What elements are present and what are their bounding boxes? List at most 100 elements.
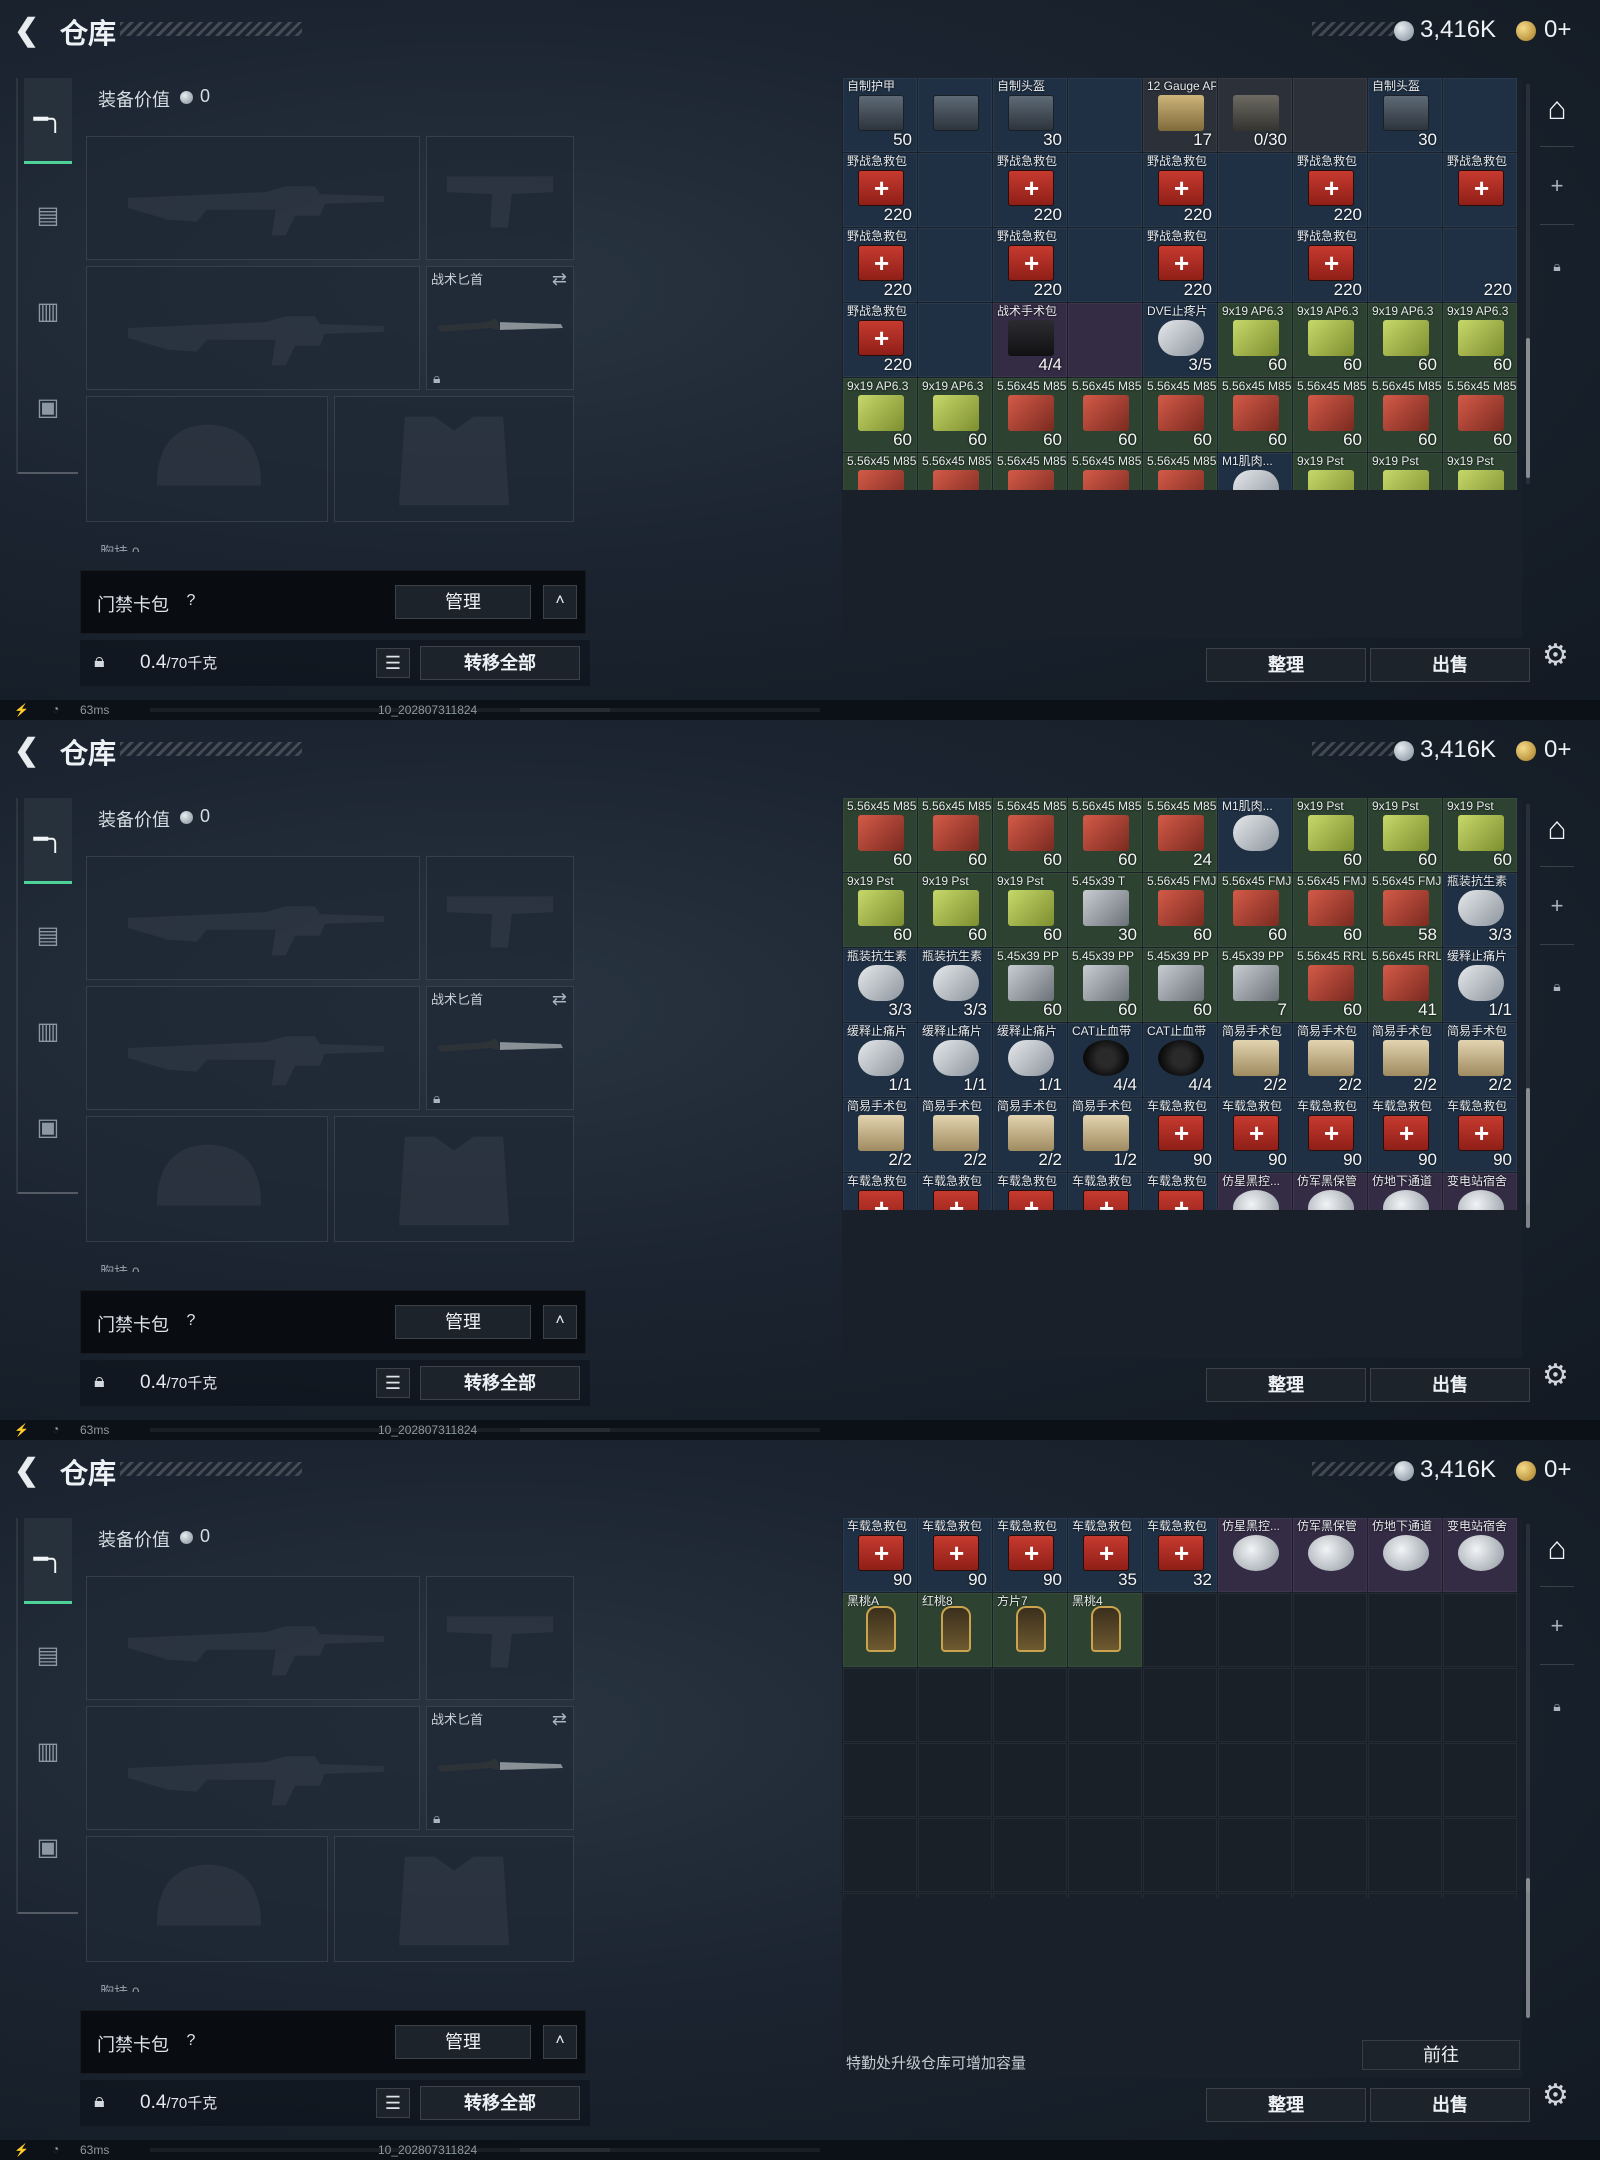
stash-cell[interactable] — [1293, 1743, 1367, 1817]
stash-item[interactable]: 5.45x39 PP 60 — [1143, 948, 1217, 1022]
warehouse-icon[interactable]: ⌂ — [1536, 78, 1578, 138]
stash-cell[interactable] — [918, 1743, 992, 1817]
stash-cell[interactable] — [1068, 228, 1142, 302]
back-arrow-icon[interactable]: ❮ — [14, 1454, 44, 1488]
secondary-weapon-slot[interactable] — [86, 266, 420, 390]
stash-item[interactable]: 9x19 Pst 60 — [918, 873, 992, 947]
stash-cell[interactable] — [1068, 78, 1142, 152]
pistol-slot[interactable] — [426, 1576, 574, 1700]
transfer-all-button[interactable]: 转移全部 — [420, 2086, 580, 2120]
lock-icon[interactable]: 🔒︎ — [1536, 966, 1578, 1006]
stash-cell[interactable] — [1143, 1818, 1217, 1892]
stash-item[interactable]: 缓释止痛片 1/1 — [1443, 948, 1517, 1022]
case-tab[interactable]: ▣ — [24, 1084, 72, 1170]
list-icon[interactable]: ☰ — [376, 2088, 410, 2118]
stash-item[interactable]: 9x19 Pst 60 — [1368, 798, 1442, 872]
organize-button[interactable]: 整理 — [1206, 648, 1366, 682]
stash-item[interactable]: 5.56x45 RRLP 60 — [1293, 948, 1367, 1022]
stash-item[interactable]: 5.56x45 M85560 — [1443, 378, 1517, 452]
stash-item[interactable]: 战术手术包 4/4 — [993, 303, 1067, 377]
stash-item[interactable]: 野战急救包 220 — [1293, 153, 1367, 227]
stash-item[interactable]: 车载急救包90 — [993, 1173, 1067, 1210]
knife-slot[interactable]: 战术匕首 ⇄ 🔒︎ — [426, 986, 574, 1110]
stash-cell[interactable] — [1218, 1818, 1292, 1892]
stash-item[interactable]: 5.56x45 M85560 — [1218, 378, 1292, 452]
stash-item[interactable]: M1肌肉... — [1218, 453, 1292, 490]
stash-cell[interactable] — [1218, 228, 1292, 302]
stash-cell[interactable] — [1218, 153, 1292, 227]
stash-item[interactable]: 变电站宿舍 — [1443, 1173, 1517, 1210]
stash-scroll-thumb[interactable] — [1526, 1878, 1530, 2018]
stash-item[interactable]: 5.56x45 M85560 — [993, 378, 1067, 452]
backpack-tab[interactable]: ▥ — [24, 988, 72, 1074]
stash-cell[interactable] — [843, 1668, 917, 1742]
stash-cell[interactable] — [918, 153, 992, 227]
stash-item[interactable]: 9x19 AP6.3 60 — [1368, 303, 1442, 377]
stash-cell[interactable] — [1368, 1818, 1442, 1892]
stash-cell[interactable]: 220 — [1443, 228, 1517, 302]
stash-item[interactable]: 5.56x45 M85560 — [993, 453, 1067, 490]
stash-item[interactable]: 5.56x45 M85560 — [843, 453, 917, 490]
stash-cell[interactable] — [1368, 153, 1442, 227]
plus-icon[interactable]: + — [1536, 886, 1578, 926]
back-arrow-icon[interactable]: ❮ — [14, 734, 44, 768]
stash-cell[interactable] — [993, 1818, 1067, 1892]
stash-item[interactable]: 仿地下通道 — [1368, 1173, 1442, 1210]
stash-item[interactable]: 简易手术包 2/2 — [1368, 1023, 1442, 1097]
stash-item[interactable]: 野战急救包 220 — [843, 303, 917, 377]
stash-cell[interactable] — [1368, 1743, 1442, 1817]
help-icon[interactable]: ? — [181, 1311, 201, 1331]
gear-icon[interactable]: ⚙ — [1542, 1358, 1569, 1393]
gear-icon[interactable]: ⚙ — [1542, 2078, 1569, 2113]
stash-item[interactable]: 5.56x45 FMJ 60 — [1143, 873, 1217, 947]
stash-item[interactable]: 车载急救包90 — [1293, 1098, 1367, 1172]
armor-slot[interactable] — [334, 1116, 574, 1242]
stash-item[interactable]: 黑桃A — [843, 1593, 917, 1667]
backpack-tab[interactable]: ▥ — [24, 1708, 72, 1794]
stash-item[interactable]: 黑桃4 — [1068, 1593, 1142, 1667]
stash-cell[interactable] — [1068, 153, 1142, 227]
stash-item[interactable]: 车载急救包90 — [843, 1518, 917, 1592]
stash-item[interactable]: 仿地下通道 — [1368, 1518, 1442, 1592]
stash-cell[interactable] — [1218, 1593, 1292, 1667]
stash-item[interactable]: 简易手术包 2/2 — [1443, 1023, 1517, 1097]
chevron-up-icon[interactable]: ˄ — [543, 585, 577, 619]
stash-item[interactable]: 野战急救包 220 — [1293, 228, 1367, 302]
primary-weapon-slot[interactable] — [86, 856, 420, 980]
stash-item[interactable]: 9x19 AP6.3 60 — [918, 378, 992, 452]
secondary-weapon-slot[interactable] — [86, 986, 420, 1110]
stash-item[interactable]: 野战急救包 220 — [1143, 153, 1217, 227]
stash-item[interactable]: 5.56x45 RRLP 41 — [1368, 948, 1442, 1022]
stash-cell[interactable] — [1443, 1818, 1517, 1892]
stash-item[interactable]: 车载急救包90 — [918, 1173, 992, 1210]
stash-item[interactable]: 5.56x45 M85560 — [1293, 378, 1367, 452]
secondary-weapon-slot[interactable] — [86, 1706, 420, 1830]
sell-button[interactable]: 出售 — [1370, 1368, 1530, 1402]
stash-item[interactable]: 自制护甲 50 — [843, 78, 917, 152]
stash-cell[interactable] — [1143, 1743, 1217, 1817]
primary-weapon-slot[interactable] — [86, 1576, 420, 1700]
transfer-all-button[interactable]: 转移全部 — [420, 1366, 580, 1400]
stash-item[interactable]: 5.56x45 FMJ 60 — [1293, 873, 1367, 947]
stash-item[interactable]: 5.56x45 M85560 — [1143, 378, 1217, 452]
stash-item[interactable]: 简易手术包 2/2 — [1218, 1023, 1292, 1097]
helmet-slot[interactable] — [86, 1836, 328, 1962]
stash-item[interactable]: 5.56x45 M85560 — [843, 798, 917, 872]
stash-cell[interactable] — [1218, 1893, 1292, 1898]
stash-cell[interactable] — [1293, 78, 1367, 152]
stash-item[interactable]: 5.56x45 M85560 — [1368, 378, 1442, 452]
stash-item[interactable]: CAT止血带 4/4 — [1143, 1023, 1217, 1097]
knife-slot[interactable]: 战术匕首 ⇄ 🔒︎ — [426, 266, 574, 390]
stash-item[interactable]: 红桃8 — [918, 1593, 992, 1667]
stash-cell[interactable] — [1443, 1593, 1517, 1667]
stash-item[interactable]: 仿星黑控... — [1218, 1173, 1292, 1210]
stash-cell[interactable] — [1218, 1668, 1292, 1742]
plus-icon[interactable]: + — [1536, 166, 1578, 206]
organize-button[interactable]: 整理 — [1206, 1368, 1366, 1402]
stash-item[interactable]: 缓释止痛片 1/1 — [993, 1023, 1067, 1097]
stash-item[interactable]: M1肌肉... — [1218, 798, 1292, 872]
stash-cell[interactable] — [918, 78, 992, 152]
stash-cell[interactable] — [1443, 1893, 1517, 1898]
armor-tab[interactable]: ▤ — [24, 892, 72, 978]
stash-cell[interactable] — [843, 1743, 917, 1817]
